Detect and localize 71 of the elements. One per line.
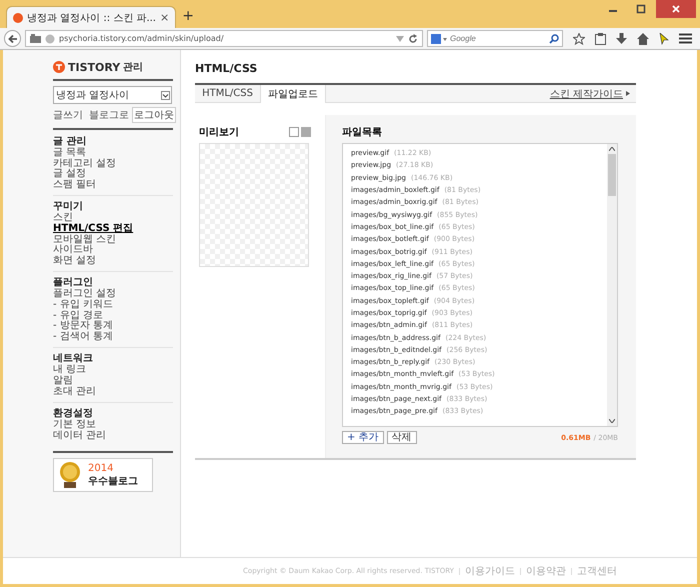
sidebar-menu-item[interactable]: - 유입 경로 (53, 310, 173, 322)
sidebar-menu-item[interactable]: 알림 (53, 376, 173, 386)
sidebar-menu-item[interactable]: 스킨 (53, 213, 173, 224)
menu-icon[interactable] (679, 33, 692, 44)
close-icon (671, 4, 681, 14)
close-window-button[interactable] (656, 0, 696, 18)
medal-icon (58, 461, 82, 490)
file-list[interactable] (342, 143, 618, 427)
tistory-logo-icon (53, 61, 65, 73)
award-year: 2014 (88, 462, 114, 474)
sidebar-menu-item[interactable]: - 검색어 통계 (53, 332, 173, 342)
sidebar-menu-item[interactable]: 초대 관리 (53, 386, 173, 398)
search-bar[interactable]: Google (427, 30, 563, 47)
scroll-up-icon[interactable] (609, 147, 615, 151)
sidebar-menu-item[interactable]: 글 목록 (53, 148, 173, 159)
download-icon[interactable] (616, 32, 627, 44)
sidebar-menu-item[interactable]: 데이터 관리 (53, 430, 173, 442)
guide-link[interactable]: 스킨 제작가이드 (550, 86, 623, 100)
logo-subtitle: 관리 (123, 61, 144, 74)
home-icon[interactable] (637, 32, 649, 44)
back-arrow-icon (6, 32, 18, 44)
logo-text: TISTORY (68, 60, 120, 74)
menu-group-title: 환경설정 (53, 408, 94, 420)
new-tab-button[interactable]: + (182, 8, 194, 24)
sidebar-menu-item[interactable]: 사이드바 (53, 245, 173, 256)
file-list-label: 파일목록 (342, 126, 383, 139)
chevron-down-icon (161, 90, 170, 100)
scrollbar-thumb[interactable] (608, 154, 616, 196)
tab-title: 냉정과 열정사이 :: 스킨 파... (27, 12, 156, 24)
sidebar-menu-item[interactable]: 스팸 필터 (53, 180, 173, 190)
maximize-icon (636, 4, 646, 14)
search-engine-icon[interactable] (431, 34, 447, 44)
sidebar-menu-item[interactable]: 플러그인 설정 (53, 289, 173, 300)
menu-group-title: 글 관리 (53, 136, 88, 148)
add-file-button[interactable]: + 추가 (342, 431, 384, 444)
cursor-icon[interactable] (659, 32, 669, 44)
sidebar-link[interactable]: 블로그로 (89, 108, 129, 122)
browser-tab[interactable]: 냉정과 열정사이 :: 스킨 파... × (6, 6, 176, 28)
sidebar-menu-item[interactable]: - 유입 키워드 (53, 300, 173, 311)
sidebar-menu-item[interactable]: 기본 정보 (53, 420, 173, 431)
close-tab-button[interactable]: × (160, 11, 170, 24)
page-title: HTML/CSS (195, 62, 258, 75)
editor-tab[interactable]: 파일업로드 (260, 85, 326, 103)
scrollbar[interactable] (607, 144, 617, 426)
sidebar-menu-item[interactable]: 화면 설정 (53, 256, 173, 266)
preview-label: 미리보기 (199, 126, 240, 139)
tistory-logo-icon (13, 12, 23, 22)
search-icon[interactable] (549, 34, 559, 44)
sidebar-menu-item[interactable]: - 방문자 통계 (53, 321, 173, 332)
editor-tab[interactable]: HTML/CSS (195, 85, 260, 102)
bookmark-star-icon[interactable] (573, 32, 585, 44)
sidebar-menu-item[interactable]: HTML/CSS 편집 (53, 224, 173, 235)
scroll-down-icon[interactable] (609, 419, 615, 423)
blog-select[interactable]: 냉정과 열정사이 (53, 86, 172, 104)
menu-group-title: 네트워크 (53, 353, 94, 364)
clipboard-icon[interactable] (595, 32, 606, 44)
award-badge[interactable]: 2014 우수블로그 (53, 458, 153, 492)
sidebar-menu-item[interactable]: 내 링크 (53, 365, 173, 376)
address-bar[interactable]: psychoria.tistory.com/admin/skin/upload/ (25, 30, 423, 47)
menu-group-title: 꾸미기 (53, 201, 84, 212)
sidebar-link[interactable]: 글쓰기 (53, 108, 83, 122)
menu-group-title: 플러그인 (53, 277, 94, 288)
caret-right-icon (626, 91, 630, 96)
sidebar-menu-item[interactable]: 글 설정 (53, 169, 173, 180)
award-label: 우수블로그 (88, 474, 138, 488)
back-button[interactable] (4, 30, 21, 47)
delete-file-button[interactable]: 삭제 (386, 431, 417, 444)
sidebar-menu-item[interactable]: 모바일웹 스킨 (53, 234, 173, 246)
logout-button[interactable]: 로그아웃 (132, 107, 176, 123)
sidebar-menu-item[interactable]: 카테고리 설정 (53, 158, 173, 170)
reload-icon[interactable] (408, 34, 418, 44)
